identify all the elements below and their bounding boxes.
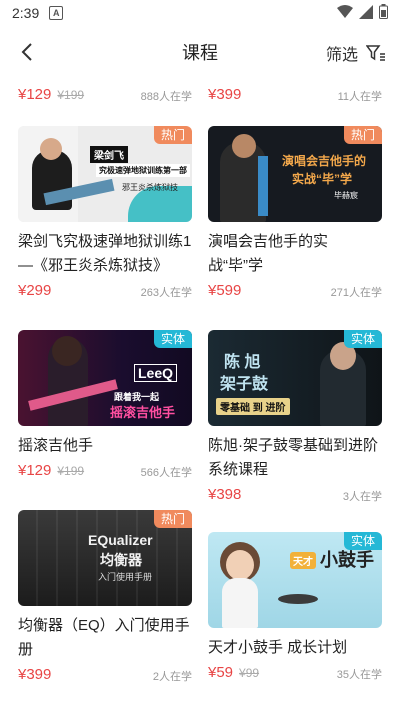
price: ¥299 [18, 282, 52, 299]
price-row: ¥59 ¥99 35人在学 [208, 664, 382, 686]
price: ¥398 [208, 486, 242, 503]
thumb-caption: 邪王炎杀炼狱技 [122, 183, 178, 192]
learner-count: 11人在学 [337, 91, 382, 103]
price: ¥129 [18, 86, 52, 103]
hot-badge: 热门 [153, 126, 192, 144]
wifi-icon [337, 4, 353, 18]
learner-count: 271人在学 [330, 287, 382, 299]
course-thumbnail: 天才 小鼓手 实体 [208, 532, 382, 628]
original-price: ¥199 [57, 464, 85, 478]
thumb-tag: 天才 [290, 552, 316, 569]
price: ¥59 [208, 664, 234, 681]
price-row: ¥399 2人在学 [18, 666, 192, 688]
course-thumbnail: 演唱会吉他手的 实战“毕”学 毕赫宸 热门 [208, 126, 382, 222]
back-arrow-icon[interactable] [16, 40, 40, 64]
status-time: 2:39 [12, 5, 40, 21]
thumb-caption: 零基础 到 进阶 [216, 398, 290, 415]
price-row: ¥129 ¥199 888人在学 [18, 86, 192, 108]
hot-badge: 热门 [343, 126, 382, 144]
course-card[interactable]: 演唱会吉他手的 实战“毕”学 毕赫宸 热门 演唱会吉他手的实战“毕”学 ¥599… [208, 126, 382, 304]
page-title: 课程 [182, 43, 218, 63]
course-card-partial[interactable]: ¥399 11人在学 [208, 82, 382, 108]
learner-count: 566人在学 [140, 467, 192, 479]
thumb-subtitle: 入门使用手册 [98, 572, 153, 582]
learner-count: 35人在学 [336, 669, 382, 681]
course-title: 陈旭·架子鼓零基础到进阶系统课程 [208, 437, 378, 478]
course-thumbnail: EQualizer 均衡器 入门使用手册 热门 [18, 510, 192, 606]
thumb-subtitle: 究极速弹地狱训练第一部 [96, 164, 190, 177]
course-card[interactable]: EQualizer 均衡器 入门使用手册 热门 均衡器（EQ）入门使用手册 ¥3… [18, 510, 192, 688]
course-thumbnail: 陈 旭 架子鼓 零基础 到 进阶 实体 [208, 330, 382, 426]
course-card[interactable]: 梁剑飞 究极速弹地狱训练第一部 邪王炎杀炼狱技 热门 梁剑飞究极速弹地狱训练1—… [18, 126, 192, 304]
course-title: 天才小鼓手 成长计划 [208, 639, 348, 656]
price-row: ¥398 3人在学 [208, 486, 382, 508]
thumb-title: 陈 旭 [224, 354, 261, 371]
status-bar: 2:39 A [0, 0, 400, 26]
filter-label: 筛选 [325, 47, 358, 64]
original-price: ¥199 [57, 88, 85, 102]
nav-header: 课程 筛选 [0, 26, 400, 78]
learner-count: 888人在学 [140, 91, 192, 103]
course-card[interactable]: 陈 旭 架子鼓 零基础 到 进阶 实体 陈旭·架子鼓零基础到进阶系统课程 ¥39… [208, 330, 382, 508]
course-title: 梁剑飞究极速弹地狱训练1—《邪王炎杀炼狱技》 [18, 233, 192, 274]
thumb-brand: LeeQ [134, 364, 178, 382]
thumb-title: 均衡器 [100, 552, 142, 568]
thumb-caption: 毕赫宸 [334, 191, 358, 200]
price: ¥599 [208, 282, 242, 299]
signal-icon [359, 4, 373, 19]
filter-icon [366, 45, 385, 61]
thumb-title: 摇滚吉他手 [110, 405, 176, 420]
price: ¥399 [18, 666, 52, 683]
thumb-title: 演唱会吉他手的 [282, 154, 367, 168]
real-badge: 实体 [343, 532, 382, 550]
hot-badge: 热门 [153, 510, 192, 528]
course-thumbnail: LeeQ 跟着我一起 摇滚吉他手 实体 [18, 330, 192, 426]
thumb-brand: EQualizer [88, 532, 153, 548]
filter-button[interactable]: 筛选 [326, 41, 386, 65]
thumb-title: 梁剑飞 [90, 146, 128, 163]
real-badge: 实体 [153, 330, 192, 348]
thumb-subtitle: 实战“毕”学 [292, 172, 353, 186]
price-row: ¥129 ¥199 566人在学 [18, 462, 192, 484]
course-list[interactable]: ¥129 ¥199 888人在学 ¥399 11人在学 梁剑飞 究极速弹地狱训练第… [0, 78, 400, 712]
learner-count: 3人在学 [342, 491, 382, 503]
course-card[interactable]: 天才 小鼓手 实体 天才小鼓手 成长计划 ¥59 ¥99 35人在学 [208, 532, 382, 686]
learner-count: 263人在学 [140, 287, 192, 299]
course-title: 演唱会吉他手的实战“毕”学 [208, 233, 329, 274]
price: ¥129 [18, 462, 52, 479]
price: ¥399 [208, 86, 242, 103]
course-card-partial[interactable]: ¥129 ¥199 888人在学 [18, 82, 192, 108]
real-badge: 实体 [343, 330, 382, 348]
course-title: 摇滚吉他手 [18, 437, 94, 454]
original-price: ¥99 [239, 666, 260, 680]
course-thumbnail: 梁剑飞 究极速弹地狱训练第一部 邪王炎杀炼狱技 热门 [18, 126, 192, 222]
battery-icon [379, 4, 388, 19]
price-row: ¥599 271人在学 [208, 282, 382, 304]
learner-count: 2人在学 [152, 671, 192, 683]
course-card[interactable]: LeeQ 跟着我一起 摇滚吉他手 实体 摇滚吉他手 ¥129 ¥199 566人在… [18, 330, 192, 484]
thumb-subtitle: 架子鼓 [220, 376, 269, 393]
notification-icon: A [49, 6, 64, 20]
course-title: 均衡器（EQ）入门使用手册 [18, 617, 190, 658]
price-row: ¥399 11人在学 [208, 86, 382, 108]
price-row: ¥299 263人在学 [18, 282, 192, 304]
